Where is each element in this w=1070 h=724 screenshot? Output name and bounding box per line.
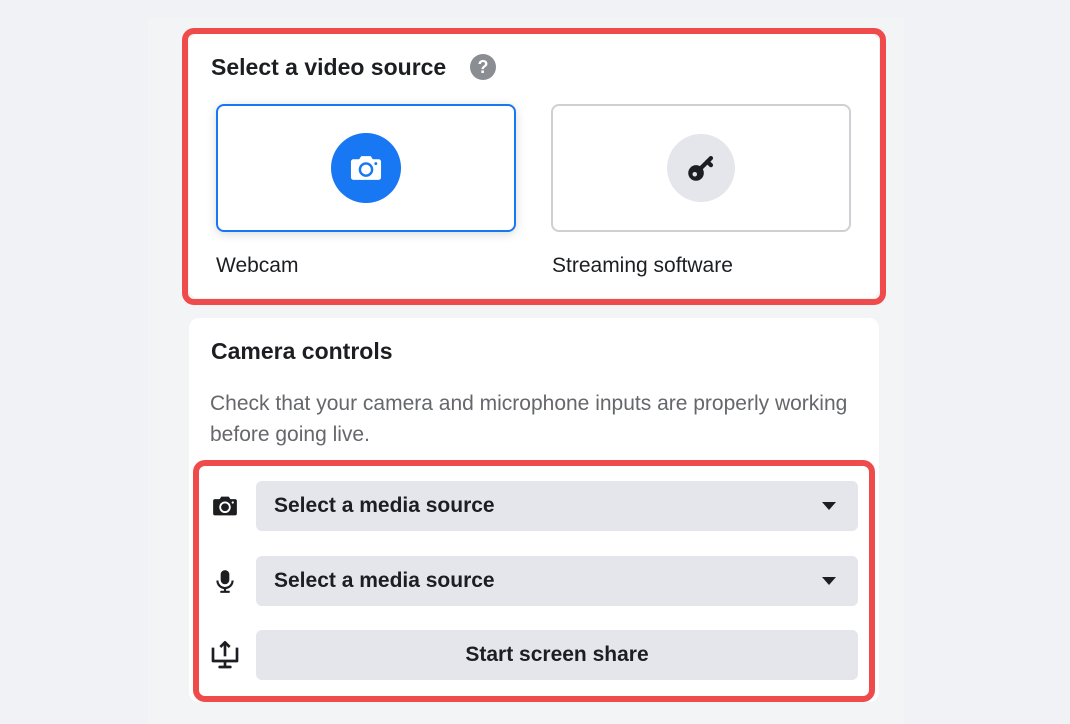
chevron-down-icon xyxy=(822,577,836,585)
key-icon xyxy=(667,134,735,202)
start-screen-share-button[interactable]: Start screen share xyxy=(256,630,858,680)
chevron-down-icon xyxy=(822,502,836,510)
camera-icon xyxy=(207,488,243,524)
video-source-title: Select a video source xyxy=(211,54,447,80)
camera-icon xyxy=(331,133,401,203)
microphone-icon xyxy=(207,563,243,599)
microphone-source-select[interactable]: Select a media source xyxy=(256,556,858,606)
camera-source-select[interactable]: Select a media source xyxy=(256,481,858,531)
streaming-software-option[interactable] xyxy=(551,104,851,232)
camera-controls-description: Check that your camera and microphone in… xyxy=(210,392,848,446)
webcam-option[interactable] xyxy=(216,104,516,232)
webcam-label: Webcam xyxy=(216,254,299,277)
screen-share-icon xyxy=(207,637,243,673)
camera-source-value: Select a media source xyxy=(274,494,495,517)
camera-controls-title: Camera controls xyxy=(211,338,393,364)
streaming-software-label: Streaming software xyxy=(552,254,733,277)
help-icon[interactable]: ? xyxy=(470,54,496,80)
microphone-source-value: Select a media source xyxy=(274,569,495,592)
